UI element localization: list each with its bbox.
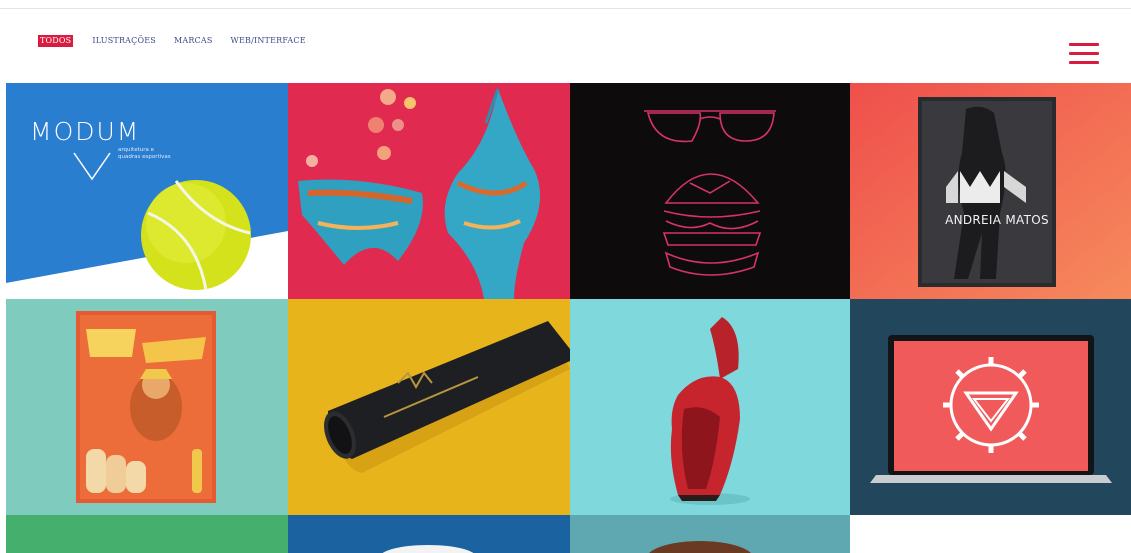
filter-todos[interactable]: TODOS <box>38 35 74 47</box>
tequila-poster-artwork <box>76 311 216 503</box>
portfolio-tile-swimwear[interactable] <box>288 83 570 299</box>
modum-tagline: arquitetura e quadras esportivas <box>118 147 171 160</box>
portfolio-filter-nav: TODOS ILUSTRAÇÕES MARCAS WEB/INTERFACE <box>38 35 324 47</box>
burger-glasses-artwork <box>644 110 776 276</box>
top-divider <box>0 8 1131 9</box>
modum-artwork <box>6 152 288 299</box>
portfolio-tile-red-shoe[interactable] <box>570 299 850 515</box>
portfolio-tile-tube-packaging[interactable] <box>288 299 570 515</box>
portfolio-tile-partial-green[interactable] <box>6 515 288 553</box>
filter-ilustracoes[interactable]: ILUSTRAÇÕES <box>92 35 156 47</box>
andreia-matos-poster <box>850 83 1131 299</box>
swimwear-artwork <box>298 88 541 299</box>
portfolio-tile-andreia-matos[interactable]: ANDREIA MATOS <box>850 83 1131 299</box>
portfolio-tile-laptop-logo[interactable] <box>850 299 1131 515</box>
filter-web-interface[interactable]: WEB/INTERFACE <box>231 35 306 47</box>
portfolio-tile-modum[interactable]: MODUM arquitetura e quadras esportivas <box>6 83 288 299</box>
modum-logo-text: MODUM <box>30 117 141 146</box>
red-shoe-artwork <box>670 317 750 505</box>
portfolio-tile-tequila-poster[interactable] <box>6 299 288 515</box>
hamburger-menu-icon[interactable] <box>1069 43 1099 65</box>
portfolio-tile-partial-blue[interactable] <box>288 515 570 553</box>
partial-blue-artwork <box>382 545 474 553</box>
laptop-logo-artwork <box>870 335 1112 483</box>
tube-packaging-artwork <box>323 321 570 473</box>
partial-teal-artwork <box>649 541 751 553</box>
portfolio-grid: MODUM arquitetura e quadras esportivas A… <box>6 83 1131 553</box>
filter-marcas[interactable]: MARCAS <box>174 35 213 47</box>
andreia-matos-title: ANDREIA MATOS <box>945 213 1049 227</box>
portfolio-tile-partial-teal[interactable] <box>570 515 850 553</box>
portfolio-tile-burger-glasses[interactable] <box>570 83 850 299</box>
